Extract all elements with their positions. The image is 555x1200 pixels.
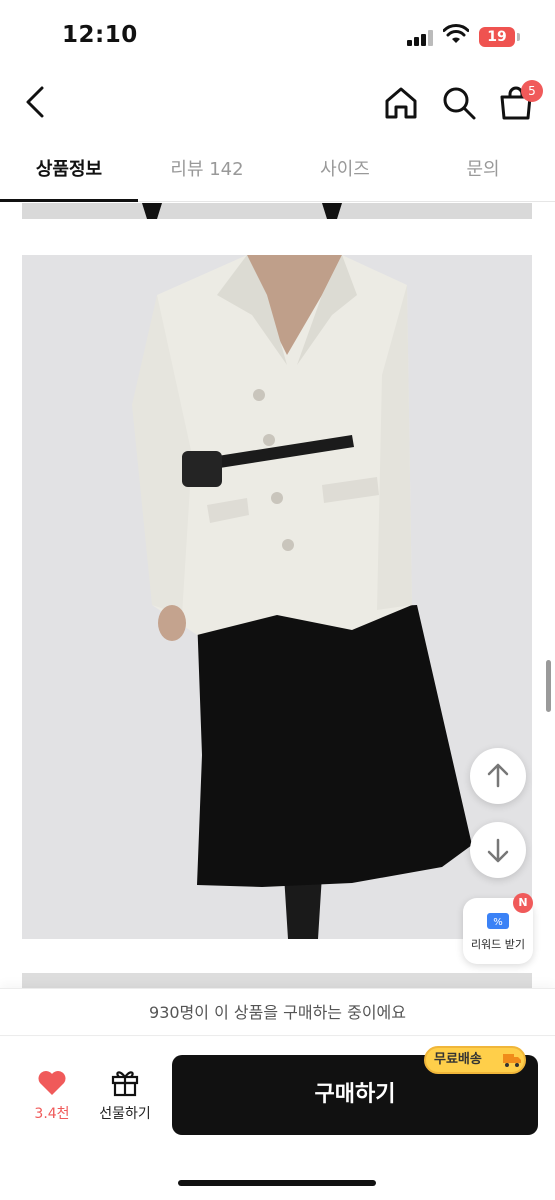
gift-button[interactable]: 선물하기 <box>92 1067 158 1127</box>
battery-tip <box>517 33 520 41</box>
tab-reviews[interactable]: 리뷰 142 <box>138 140 276 202</box>
previous-product-image <box>22 203 532 219</box>
wifi-icon <box>443 24 469 43</box>
tab-product-info[interactable]: 상품정보 <box>0 140 138 202</box>
reward-label: 리워드 받기 <box>470 938 526 951</box>
truck-icon <box>503 1054 521 1067</box>
buyers-notice: 930명이 이 상품을 구매하는 중이에요 <box>0 988 555 1036</box>
gift-label: 선물하기 <box>99 1106 151 1122</box>
coupon-icon: % <box>487 913 509 929</box>
product-photo-blazer-skirt <box>22 255 532 939</box>
tab-size[interactable]: 사이즈 <box>276 140 414 202</box>
tab-inquiry[interactable]: 문의 <box>414 140 552 202</box>
battery-icon: 19 <box>479 27 515 47</box>
free-shipping-badge: 무료배송 <box>424 1046 526 1074</box>
scrollbar[interactable] <box>546 660 551 712</box>
like-button[interactable]: 3.4천 <box>24 1067 80 1127</box>
heart-icon <box>38 1071 66 1095</box>
cart-count-badge: 5 <box>521 80 543 102</box>
svg-text:%: % <box>493 917 503 928</box>
arrow-up-icon <box>487 763 509 788</box>
search-icon[interactable] <box>440 84 478 122</box>
status-bar: 12:10 19 <box>0 0 555 70</box>
like-count: 3.4천 <box>34 1106 70 1122</box>
free-shipping-label: 무료배송 <box>434 1052 482 1067</box>
home-icon[interactable] <box>382 84 420 122</box>
scroll-down-button[interactable] <box>470 822 526 878</box>
reward-new-badge: N <box>513 893 533 913</box>
status-time: 12:10 <box>62 22 138 48</box>
scroll-up-button[interactable] <box>470 748 526 804</box>
product-tabs: 상품정보 리뷰 142 사이즈 문의 <box>0 140 555 202</box>
back-arrow-icon[interactable] <box>18 82 54 122</box>
next-product-image <box>22 973 532 988</box>
arrow-down-icon <box>487 838 509 863</box>
gift-icon <box>111 1071 139 1097</box>
header <box>0 70 555 134</box>
signal-icon <box>407 30 435 46</box>
home-indicator <box>178 1180 376 1186</box>
